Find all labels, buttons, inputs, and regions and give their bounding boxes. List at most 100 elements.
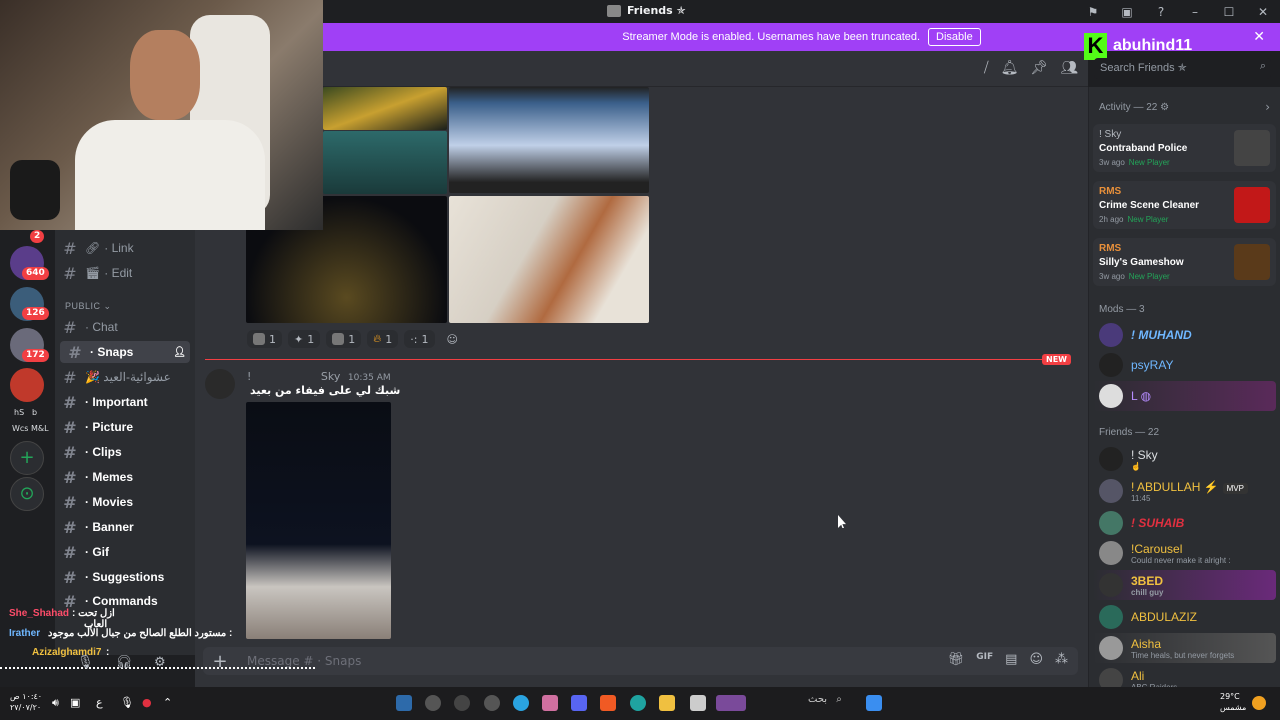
member-item[interactable]: Aisha Time heals, but never forgets — [1093, 633, 1276, 663]
reaction[interactable]: ·: 1 — [404, 330, 435, 348]
server-label[interactable]: hS — [14, 408, 24, 417]
channel-gif[interactable]: # · Gif — [55, 541, 187, 563]
obs-icon[interactable] — [425, 695, 441, 711]
microphone-tray-icon[interactable]: 🎙︎ — [120, 696, 134, 709]
hash-icon: # — [63, 567, 77, 587]
steam-icon[interactable] — [396, 695, 412, 711]
activity-card[interactable]: RMS Silly's Gameshow 3w ago New Player — [1093, 238, 1276, 286]
screen-icon[interactable]: ▣ — [1110, 5, 1144, 19]
channel-suggestions[interactable]: # · Suggestions — [55, 566, 187, 588]
reaction[interactable]: 🔥︎ 1 — [367, 330, 399, 348]
avatar — [1099, 384, 1123, 408]
discover-icon[interactable]: ⊙ — [10, 477, 44, 511]
activity-card[interactable]: ! Sky Contraband Police 3w ago New Player — [1093, 124, 1276, 172]
gift-icon[interactable]: 🎁︎ — [948, 652, 965, 667]
category-public[interactable]: PUBLIC ⌄ — [65, 301, 112, 312]
brave-icon[interactable] — [600, 695, 616, 711]
member-item[interactable]: 3BED chill guy — [1093, 570, 1276, 600]
inbox-icon[interactable]: ⚑ — [1076, 5, 1110, 19]
channel-link[interactable]: # 🔗︎ · Link — [55, 237, 187, 259]
pin-icon[interactable]: 📌︎ — [1030, 60, 1048, 76]
kick-overlay: K abuhind11 — [1084, 31, 1218, 61]
apps-icon[interactable]: ⁂ — [1055, 652, 1068, 667]
emoji-icon[interactable]: ☺ — [1029, 652, 1043, 667]
app-icon[interactable] — [716, 695, 746, 711]
channel-movies[interactable]: # · Movies — [55, 491, 187, 513]
image-attachment[interactable] — [449, 87, 649, 193]
image-attachment[interactable] — [323, 131, 447, 194]
member-item[interactable]: !Carousel Could never make it alright : — [1093, 538, 1276, 568]
telegram-icon[interactable] — [513, 695, 529, 711]
discord-icon[interactable] — [571, 695, 587, 711]
record-icon[interactable]: ● — [142, 696, 152, 709]
avatar[interactable] — [205, 369, 235, 399]
chat-user: Irather — [9, 628, 41, 639]
app-icon[interactable] — [690, 695, 706, 711]
member-item[interactable]: ! ABDULLAH ⚡ MVP 11:45 — [1093, 476, 1276, 506]
help-icon[interactable]: ? — [1144, 5, 1178, 19]
member-item[interactable]: ! Sky ☝ — [1093, 444, 1276, 474]
message-composer[interactable]: + Message # · Snaps 🎁︎ GIF ▤ ☺ ⁂ — [203, 647, 1078, 675]
server-label[interactable]: b — [32, 408, 37, 417]
channel-snaps[interactable]: # · Snaps 👤︎ — [60, 341, 190, 363]
server-label[interactable]: Wcs M&L — [12, 424, 49, 433]
app-icon[interactable] — [542, 695, 558, 711]
member-item[interactable]: psyRAY — [1093, 350, 1276, 380]
close-button[interactable]: ✕ — [1246, 5, 1280, 19]
channel-label: · Chat — [85, 320, 118, 334]
minimize-button[interactable]: – — [1178, 5, 1212, 19]
chevron-right-icon[interactable]: › — [1265, 100, 1270, 114]
image-attachment[interactable] — [246, 402, 391, 639]
sticker-icon[interactable]: ▤ — [1005, 652, 1017, 667]
channel-chat[interactable]: # · Chat — [55, 316, 187, 338]
mic-icon[interactable]: 🎙︎ — [77, 655, 94, 670]
member-item[interactable]: ABDULAZIZ — [1093, 602, 1276, 632]
banner-close-icon[interactable]: ✕ — [1253, 28, 1265, 45]
windows-start-icon[interactable] — [866, 695, 882, 711]
threads-icon[interactable]: ⧸ — [984, 60, 989, 76]
disable-button[interactable]: Disable — [928, 28, 981, 46]
channel-banner[interactable]: # · Banner — [55, 516, 187, 538]
channel-arabic[interactable]: # 🎉 عشوائية-العيد — [55, 366, 187, 388]
member-name: psyRAY — [1131, 358, 1174, 372]
channel-important[interactable]: # · Important — [55, 391, 187, 413]
chevron-up-icon[interactable]: ⌃ — [163, 696, 172, 709]
member-item[interactable]: L ◍ — [1093, 381, 1276, 411]
server-icon[interactable] — [10, 368, 44, 402]
edge-icon[interactable] — [630, 695, 646, 711]
bell-icon[interactable]: 🔔︎ — [1001, 60, 1019, 76]
folder-icon[interactable] — [659, 695, 675, 711]
channel-clips[interactable]: # · Clips — [55, 441, 187, 463]
search-friends-input[interactable]: Search Friends ✯ ⌕ — [1094, 58, 1271, 79]
member-item[interactable]: ! SUHAIB — [1093, 508, 1276, 538]
image-attachment[interactable] — [323, 87, 447, 130]
app-icon[interactable] — [484, 695, 500, 711]
headphones-icon[interactable]: 🎧︎ — [116, 655, 133, 670]
volume-icon[interactable]: 🔊︎ — [52, 696, 59, 710]
reaction[interactable]: 1 — [326, 330, 362, 348]
weather-widget[interactable]: 29°C مشمس — [1220, 691, 1246, 713]
app-icon[interactable] — [454, 695, 470, 711]
channel-edit[interactable]: # 🎬︎ · Edit — [55, 262, 187, 284]
image-attachment[interactable] — [449, 196, 649, 323]
language-indicator[interactable]: ع — [96, 696, 103, 709]
reaction[interactable]: ✦ 1 — [288, 330, 321, 348]
add-reaction-button[interactable]: ☺ — [441, 330, 464, 348]
taskbar-search[interactable]: بحث ⌕ — [808, 694, 858, 712]
gif-icon[interactable]: GIF — [976, 652, 993, 667]
maximize-button[interactable]: ☐ — [1212, 5, 1246, 19]
reaction[interactable]: 1 — [247, 330, 282, 348]
taskbar-clock[interactable]: ١٠:٤٠ ص ٢٧/٠٧/٢٠ — [10, 691, 42, 713]
activity-card[interactable]: RMS Crime Scene Cleaner 2h ago New Player — [1093, 181, 1276, 229]
add-member-icon[interactable]: 👤︎ — [173, 347, 186, 358]
author-name[interactable]: Sky — [321, 370, 340, 383]
channel-label: · Picture — [85, 420, 134, 434]
members-icon[interactable]: 👥︎ — [1060, 60, 1078, 76]
channel-picture[interactable]: # · Picture — [55, 416, 187, 438]
add-server-icon[interactable]: + — [10, 441, 44, 475]
network-icon[interactable]: ▣ — [70, 696, 80, 709]
channel-memes[interactable]: # · Memes — [55, 466, 187, 488]
search-placeholder: Search Friends ✯ — [1100, 62, 1187, 74]
member-item[interactable]: ! MUHAND — [1093, 320, 1276, 350]
settings-icon[interactable]: ⚙ — [154, 655, 166, 670]
